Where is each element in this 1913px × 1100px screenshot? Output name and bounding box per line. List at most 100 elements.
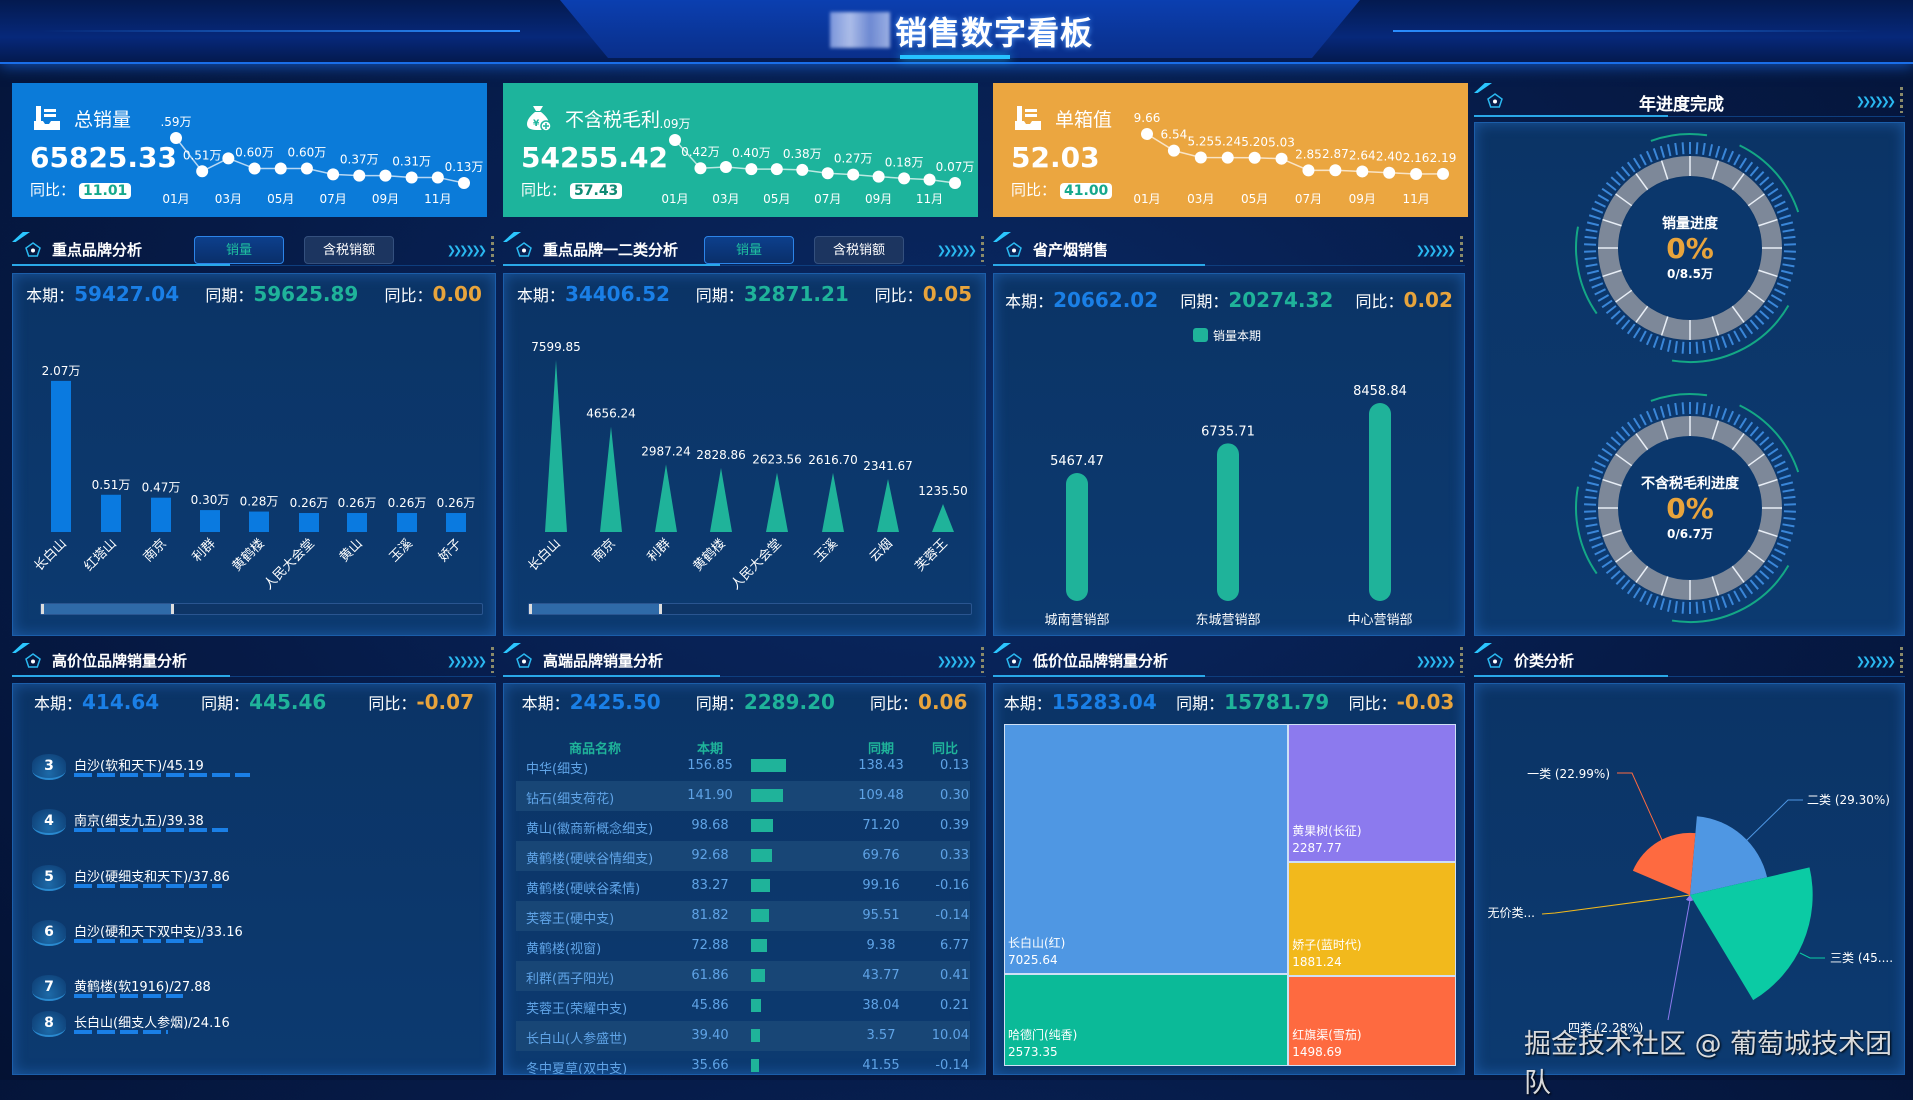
page-title: 销售数字看板 bbox=[895, 8, 1093, 54]
treemap-cell[interactable]: 娇子(蓝时代)1881.24 bbox=[1288, 862, 1456, 976]
kpi-value: 52.03 bbox=[1011, 141, 1100, 174]
table-row[interactable]: 冬中夏草(双中支)35.6641.55-0.14 bbox=[516, 1051, 970, 1075]
yoy-stat: 同比：-0.07 bbox=[368, 690, 474, 714]
pentagon-icon bbox=[1486, 652, 1504, 670]
panel-header-low-price: 低价位品牌销量分析 ❯❯❯❯❯❯ bbox=[993, 643, 1465, 677]
panel-title: 年进度完成 bbox=[1639, 90, 1724, 115]
chevrons-icon: ❯❯❯❯❯❯ bbox=[1416, 655, 1453, 668]
list-item-label: 白沙(硬细支和天下)/37.86 bbox=[74, 866, 230, 885]
current-stat: 本期：59427.04 bbox=[26, 282, 179, 306]
panel-title: 高端品牌销量分析 bbox=[543, 650, 663, 671]
stats-row: 本期：2425.50 同期：2289.20 同比：0.06 bbox=[504, 690, 985, 714]
yoy-value: 0.21 bbox=[909, 998, 969, 1013]
yoy-value: -0.16 bbox=[909, 878, 969, 893]
chevrons-icon: ❯❯❯❯❯❯ bbox=[447, 655, 484, 668]
current-value: 81.82 bbox=[670, 908, 750, 923]
table-row[interactable]: 钻石(细支荷花)141.90109.480.30 bbox=[516, 781, 970, 811]
product-name: 黄山(徽商新概念细支) bbox=[526, 818, 653, 837]
panel-title: 重点品牌一二类分析 bbox=[543, 239, 678, 260]
current-value-bar bbox=[751, 789, 783, 802]
product-name: 黄鹤楼(硬峡谷柔情) bbox=[526, 878, 640, 897]
treemap-cell[interactable]: 红旗渠(雪茄)1498.69 bbox=[1288, 976, 1456, 1066]
tab-sales-volume[interactable]: 销量 bbox=[704, 236, 794, 264]
treemap-cell[interactable]: 哈德门(纯香)2573.35 bbox=[1004, 974, 1288, 1066]
current-value: 156.85 bbox=[670, 758, 750, 773]
treemap-cell[interactable]: 黄果树(长征)2287.77 bbox=[1288, 724, 1456, 862]
kpi-title: 总销量 bbox=[74, 105, 131, 132]
dots-decoration bbox=[981, 647, 984, 673]
yoy-badge: 41.00 bbox=[1060, 183, 1112, 199]
panel-header-province: 省产烟销售 ❯❯❯❯❯❯ bbox=[993, 232, 1465, 266]
current-value-bar bbox=[751, 969, 765, 982]
scrollbar-handle[interactable] bbox=[41, 604, 174, 614]
stats-row: 本期：59427.04 同期：59625.89 同比：0.00 bbox=[13, 282, 495, 306]
treemap-label: 黄果树(长征)2287.77 bbox=[1292, 823, 1361, 857]
current-stat: 本期：2425.50 bbox=[522, 690, 661, 714]
tab-sales-volume[interactable]: 销量 bbox=[194, 236, 284, 264]
kpi-card-total-sales: 总销量 65825.33 同比：11.01 bbox=[12, 83, 487, 217]
current-stat: 本期：414.64 bbox=[34, 690, 159, 714]
banner-line bbox=[40, 30, 520, 32]
current-value-bar bbox=[751, 819, 773, 832]
chevrons-icon: ❯❯❯❯❯❯ bbox=[447, 244, 484, 257]
yoy-value: 6.77 bbox=[909, 938, 969, 953]
current-value: 98.68 bbox=[670, 818, 750, 833]
chevrons-icon: ❯❯❯❯❯❯ bbox=[937, 244, 974, 257]
banner-line bbox=[1393, 30, 1873, 32]
dots-decoration bbox=[1460, 647, 1463, 673]
table-row[interactable]: 黄鹤楼(硬峡谷柔情)83.2799.16-0.16 bbox=[516, 871, 970, 901]
current-value: 141.90 bbox=[670, 788, 750, 803]
yoy-stat: 同比：-0.03 bbox=[1349, 690, 1455, 714]
table-row[interactable]: 中华(细支)156.85138.430.13 bbox=[516, 751, 970, 781]
panel-key-brand: 本期：59427.04 同期：59625.89 同比：0.00 bbox=[12, 273, 496, 636]
list-item-label: 白沙(硬和天下双中支)/33.16 bbox=[74, 921, 243, 940]
list-item-bar bbox=[74, 939, 203, 943]
yoy-value: 0.41 bbox=[909, 968, 969, 983]
panel-header-key-brand: 重点品牌分析 销量 含税销额 ❯❯❯❯❯❯ bbox=[12, 232, 496, 266]
top-banner: 销售数字看板 bbox=[0, 0, 1913, 64]
table-row[interactable]: 利群(西子阳光)61.8643.770.41 bbox=[516, 961, 970, 991]
current-value: 61.86 bbox=[670, 968, 750, 983]
dots-decoration bbox=[981, 236, 984, 262]
table-row[interactable]: 长白山(人参盛世)39.403.5710.04 bbox=[516, 1021, 970, 1051]
yoy-label: 同比： bbox=[521, 181, 566, 199]
table-row[interactable]: 芙蓉王(硬中支)81.8295.51-0.14 bbox=[516, 901, 970, 931]
current-value: 35.66 bbox=[670, 1058, 750, 1073]
tab-tax-sales[interactable]: 含税销额 bbox=[814, 236, 904, 264]
list-item-bar bbox=[74, 884, 222, 888]
dots-decoration bbox=[1900, 87, 1903, 113]
table-row[interactable]: 黄山(徽商新概念细支)98.6871.200.39 bbox=[516, 811, 970, 841]
panel-header-high-price: 高价位品牌销量分析 ❯❯❯❯❯❯ bbox=[12, 643, 496, 677]
rank-badge: 7 bbox=[32, 975, 66, 1001]
table-row[interactable]: 黄鹤楼(视窗)72.889.386.77 bbox=[516, 931, 970, 961]
table-row[interactable]: 芙蓉王(荣耀中支)45.8638.040.21 bbox=[516, 991, 970, 1021]
current-stat: 本期：15283.04 bbox=[1004, 690, 1157, 714]
kpi-yoy: 同比：11.01 bbox=[30, 179, 131, 200]
dots-decoration bbox=[1460, 236, 1463, 262]
panel-title: 低价位品牌销量分析 bbox=[1033, 650, 1168, 671]
current-stat: 本期：20662.02 bbox=[1005, 288, 1158, 312]
current-value-bar bbox=[751, 999, 761, 1012]
scrollbar-handle[interactable] bbox=[529, 604, 662, 614]
yoy-stat: 同比：0.06 bbox=[870, 690, 967, 714]
current-value-bar bbox=[751, 759, 786, 772]
tab-tax-sales[interactable]: 含税销额 bbox=[304, 236, 394, 264]
list-item-bar bbox=[74, 828, 228, 832]
table-row[interactable]: 黄鹤楼(硬峡谷情细支)92.6869.760.33 bbox=[516, 841, 970, 871]
chevrons-icon: ❯❯❯❯❯❯ bbox=[1416, 244, 1453, 257]
product-name: 黄鹤楼(视窗) bbox=[526, 938, 601, 957]
current-value-bar bbox=[751, 879, 770, 892]
product-name: 钻石(细支荷花) bbox=[526, 788, 614, 807]
chart-zoom-scrollbar[interactable] bbox=[40, 603, 483, 615]
yoy-stat: 同比：0.00 bbox=[385, 282, 482, 306]
dots-decoration bbox=[491, 647, 494, 673]
dots-decoration bbox=[1900, 647, 1903, 673]
rank-badge: 5 bbox=[32, 865, 66, 891]
pentagon-icon bbox=[515, 652, 533, 670]
treemap-cell[interactable]: 长白山(红)7025.64 bbox=[1004, 724, 1288, 974]
chart-zoom-scrollbar[interactable] bbox=[528, 603, 972, 615]
current-stat: 本期：34406.52 bbox=[517, 282, 670, 306]
rank-badge: 6 bbox=[32, 920, 66, 946]
list-item-label: 南京(细支九五)/39.38 bbox=[74, 810, 204, 829]
yoy-badge: 57.43 bbox=[570, 183, 622, 199]
